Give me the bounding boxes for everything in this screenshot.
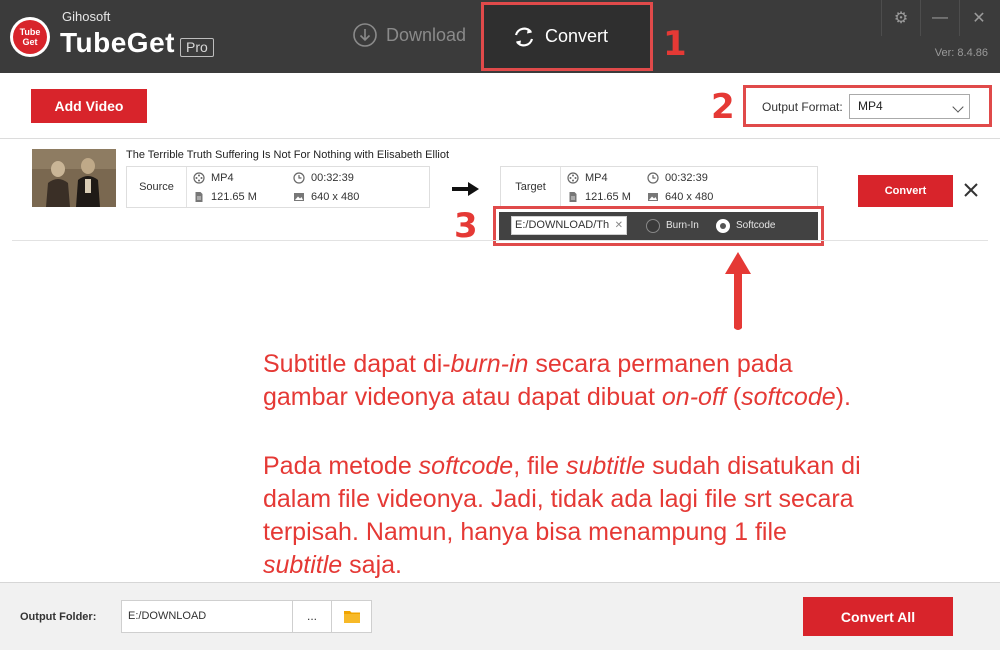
burn-in-radio[interactable] xyxy=(646,219,660,233)
target-size-value: 121.65 M xyxy=(585,191,631,203)
annotation-line: gambar videonya atau dapat dibuat on-off… xyxy=(263,383,851,411)
annotation-arrow-up-icon xyxy=(725,252,751,330)
source-duration-value: 00:32:39 xyxy=(311,172,354,184)
target-duration: 00:32:39 xyxy=(647,171,708,185)
film-reel-icon xyxy=(193,172,205,184)
burn-in-label: Burn-In xyxy=(666,220,699,231)
clock-icon xyxy=(647,172,659,184)
tab-download[interactable]: Download xyxy=(352,0,466,70)
clock-icon xyxy=(293,172,305,184)
output-folder-field[interactable]: E:/DOWNLOAD xyxy=(121,600,293,633)
source-label: Source xyxy=(127,167,187,207)
softcode-label: Softcode xyxy=(736,220,776,231)
annotation-line: Subtitle dapat di-burn-in secara permane… xyxy=(263,350,793,378)
film-reel-icon xyxy=(567,172,579,184)
chevron-down-icon xyxy=(952,101,964,113)
annotation-line: dalam file videonya. Jadi, tidak ada lag… xyxy=(263,485,854,513)
edition-badge: Pro xyxy=(180,38,214,57)
target-info-box: Target MP4 00:32:39 121.65 M 640 x 480 xyxy=(500,166,818,208)
settings-button[interactable]: ⚙ xyxy=(882,0,920,36)
folder-icon xyxy=(343,611,360,623)
video-thumbnail xyxy=(32,149,116,207)
browse-button[interactable]: ... xyxy=(292,600,332,633)
bottom-bar: Output Folder: E:/DOWNLOAD ... Convert A… xyxy=(0,582,1000,650)
target-resolution: 640 x 480 xyxy=(647,190,713,204)
video-title: The Terrible Truth Suffering Is Not For … xyxy=(126,149,450,161)
minimize-icon: — xyxy=(932,9,948,26)
convert-all-button[interactable]: Convert All xyxy=(803,597,953,636)
target-format-value: MP4 xyxy=(585,172,608,184)
target-size: 121.65 M xyxy=(567,190,631,204)
source-size-value: 121.65 M xyxy=(211,191,257,203)
divider xyxy=(0,138,1000,139)
minimize-button[interactable]: — xyxy=(921,0,959,36)
output-format-highlight: Output Format: MP4 xyxy=(743,85,992,127)
version-label: Ver: 8.4.86 xyxy=(934,47,988,59)
output-format-select[interactable]: MP4 xyxy=(849,94,970,119)
image-icon xyxy=(648,193,658,201)
source-format: MP4 xyxy=(193,171,234,185)
divider xyxy=(12,240,988,241)
target-label: Target xyxy=(501,167,561,207)
source-duration: 00:32:39 xyxy=(293,171,354,185)
convert-refresh-icon xyxy=(514,27,534,46)
tab-convert-label: Convert xyxy=(545,26,609,46)
add-video-button[interactable]: Add Video xyxy=(31,89,147,123)
annotation-line: terpisah. Namun, hanya bisa menampung 1 … xyxy=(263,518,787,546)
file-icon xyxy=(569,192,577,202)
gear-icon: ⚙ xyxy=(893,10,909,27)
source-resolution: 640 x 480 xyxy=(293,190,359,204)
source-size: 121.65 M xyxy=(193,190,257,204)
tab-download-label: Download xyxy=(386,24,467,45)
source-format-value: MP4 xyxy=(211,172,234,184)
remove-item-close-icon[interactable] xyxy=(961,180,981,200)
annotation-number-1: 1 xyxy=(663,24,687,64)
subtitle-panel: E:/DOWNLOAD/Th ✕ Burn-In Softcode xyxy=(499,212,818,240)
annotation-line: subtitle saja. xyxy=(263,551,402,579)
tab-convert[interactable]: Convert xyxy=(481,2,653,71)
image-icon xyxy=(294,193,304,201)
output-format-label: Output Format: xyxy=(762,100,843,114)
target-format: MP4 xyxy=(567,171,608,185)
title-bar: Tube Get Gihosoft TubeGet Pro Download C… xyxy=(0,0,1000,73)
annotation-line: Pada metode softcode, file subtitle suda… xyxy=(263,452,861,480)
source-resolution-value: 640 x 480 xyxy=(311,191,360,203)
output-folder-label: Output Folder: xyxy=(20,611,97,623)
subtitle-path-field[interactable]: E:/DOWNLOAD/Th ✕ xyxy=(511,216,627,235)
softcode-radio[interactable] xyxy=(716,219,730,233)
annotation-number-2: 2 xyxy=(711,87,735,127)
close-window-button[interactable]: ✕ xyxy=(960,0,998,36)
vendor-name: Gihosoft xyxy=(62,9,111,24)
open-folder-button[interactable] xyxy=(331,600,372,633)
target-resolution-value: 640 x 480 xyxy=(665,191,714,203)
subtitle-path-value: E:/DOWNLOAD/Th xyxy=(515,219,610,231)
file-icon xyxy=(195,192,203,202)
app-name: TubeGet xyxy=(60,27,175,58)
app-logo-mark: Tube Get xyxy=(13,20,47,54)
thumbnail-image xyxy=(32,149,116,207)
app-logo: Tube Get xyxy=(10,17,50,57)
arrow-right-icon xyxy=(452,182,479,196)
target-duration-value: 00:32:39 xyxy=(665,172,708,184)
convert-button[interactable]: Convert xyxy=(858,175,953,207)
output-format-value: MP4 xyxy=(858,99,883,113)
download-icon xyxy=(353,23,377,47)
close-icon: ✕ xyxy=(972,10,986,27)
source-info-box: Source MP4 00:32:39 121.65 M 640 x 480 xyxy=(126,166,430,208)
clear-subtitle-icon[interactable]: ✕ xyxy=(615,217,623,234)
